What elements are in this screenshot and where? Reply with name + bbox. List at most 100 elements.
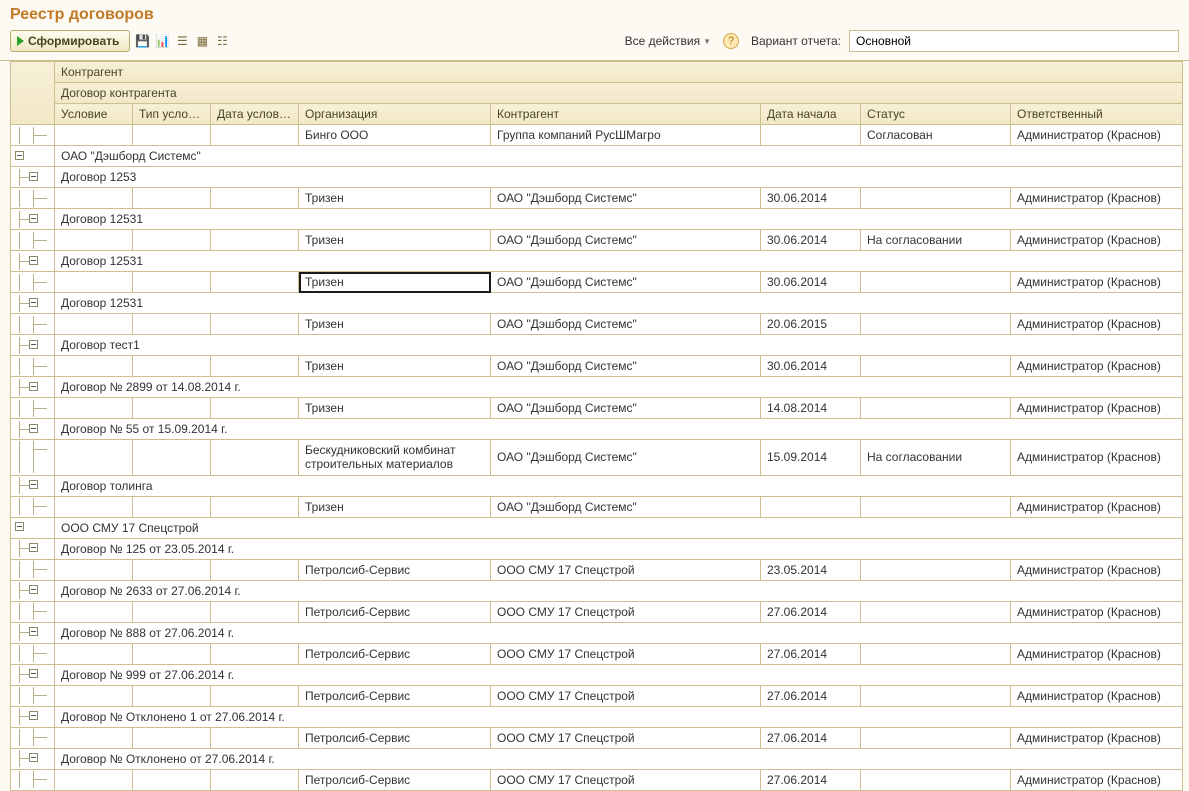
collapse-icon[interactable] bbox=[29, 753, 38, 762]
group-row[interactable]: Договор 12531 bbox=[11, 293, 1183, 314]
collapse-icon[interactable] bbox=[15, 522, 24, 531]
group-row[interactable]: ОАО "Дэшборд Системс" bbox=[11, 146, 1183, 167]
group-row[interactable]: Договор № 2899 от 14.08.2014 г. bbox=[11, 377, 1183, 398]
save-report-icon[interactable]: 💾 bbox=[134, 33, 150, 49]
cell-data_usl bbox=[211, 769, 299, 790]
group-row[interactable]: Договор № 55 от 15.09.2014 г. bbox=[11, 419, 1183, 440]
table-row[interactable]: ТризенОАО "Дэшборд Системс"30.06.2014Адм… bbox=[11, 188, 1183, 209]
variant-input[interactable] bbox=[849, 30, 1179, 52]
group-row[interactable]: Договор 12531 bbox=[11, 209, 1183, 230]
table-row[interactable]: ТризенОАО "Дэшборд Системс"30.06.2014Адм… bbox=[11, 356, 1183, 377]
cell-uslovie bbox=[55, 496, 133, 517]
cell-tip bbox=[133, 272, 211, 293]
collapse-icon[interactable] bbox=[29, 543, 38, 552]
group-label: Договор тест1 bbox=[55, 335, 1183, 356]
collapse-icon[interactable] bbox=[29, 627, 38, 636]
group-label: ООО СМУ 17 Спецстрой bbox=[55, 517, 1183, 538]
cell-tip bbox=[133, 559, 211, 580]
cell-otv: Администратор (Краснов) bbox=[1011, 643, 1183, 664]
cell-data_usl bbox=[211, 314, 299, 335]
cell-org: Петролсиб-Сервис bbox=[299, 559, 491, 580]
collapse-icon[interactable] bbox=[29, 298, 38, 307]
help-icon[interactable]: ? bbox=[723, 33, 739, 49]
table-row[interactable]: ТризенОАО "Дэшборд Системс"Администратор… bbox=[11, 496, 1183, 517]
contracts-grid[interactable]: Контрагент Договор контрагента Условие Т… bbox=[10, 61, 1183, 791]
cell-status bbox=[861, 727, 1011, 748]
collapse-icon[interactable] bbox=[15, 151, 24, 160]
collapse-icon[interactable] bbox=[29, 214, 38, 223]
header-data-start[interactable]: Дата начала bbox=[761, 104, 861, 125]
cell-tip bbox=[133, 230, 211, 251]
group-row[interactable]: Договор № 2633 от 27.06.2014 г. bbox=[11, 580, 1183, 601]
cell-tip bbox=[133, 125, 211, 146]
tree-cell bbox=[11, 475, 55, 496]
group-row[interactable]: Договор № 999 от 27.06.2014 г. bbox=[11, 664, 1183, 685]
header-org[interactable]: Организация bbox=[299, 104, 491, 125]
cell-kontragent: ООО СМУ 17 Спецстрой bbox=[491, 769, 761, 790]
header-tip[interactable]: Тип условий bbox=[133, 104, 211, 125]
header-data-usl[interactable]: Дата условия bbox=[211, 104, 299, 125]
header-kontragent[interactable]: Контрагент bbox=[491, 104, 761, 125]
tree-cell bbox=[11, 251, 55, 272]
header-kontragent-top: Контрагент bbox=[55, 62, 1183, 83]
group-row[interactable]: Договор № Отклонено от 27.06.2014 г. bbox=[11, 748, 1183, 769]
collapse-icon[interactable] bbox=[29, 340, 38, 349]
cell-org: Тризен bbox=[299, 356, 491, 377]
chart-icon[interactable]: 📊 bbox=[154, 33, 170, 49]
group-row[interactable]: Договор № 125 от 23.05.2014 г. bbox=[11, 538, 1183, 559]
tree-cell bbox=[11, 398, 55, 419]
collapse-icon[interactable] bbox=[29, 480, 38, 489]
cell-data_usl bbox=[211, 272, 299, 293]
table-row[interactable]: ТризенОАО "Дэшборд Системс"20.06.2015Адм… bbox=[11, 314, 1183, 335]
list-icon[interactable]: ☷ bbox=[214, 33, 230, 49]
cell-data_usl bbox=[211, 356, 299, 377]
table-row[interactable]: Петролсиб-СервисООО СМУ 17 Спецстрой27.0… bbox=[11, 727, 1183, 748]
table-icon[interactable]: ▦ bbox=[194, 33, 210, 49]
header-otv[interactable]: Ответственный bbox=[1011, 104, 1183, 125]
table-row[interactable]: Петролсиб-СервисООО СМУ 17 Спецстрой23.0… bbox=[11, 559, 1183, 580]
header-uslovie[interactable]: Условие bbox=[55, 104, 133, 125]
cell-uslovie bbox=[55, 440, 133, 476]
cell-otv: Администратор (Краснов) bbox=[1011, 727, 1183, 748]
all-actions-dropdown[interactable]: Все действия ▼ bbox=[625, 34, 711, 48]
table-row[interactable]: Петролсиб-СервисООО СМУ 17 Спецстрой27.0… bbox=[11, 601, 1183, 622]
group-row[interactable]: ООО СМУ 17 Спецстрой bbox=[11, 517, 1183, 538]
table-row[interactable]: Бинго ОООГруппа компаний РусШМагроСоглас… bbox=[11, 125, 1183, 146]
cell-org: Петролсиб-Сервис bbox=[299, 727, 491, 748]
cell-otv: Администратор (Краснов) bbox=[1011, 601, 1183, 622]
collapse-icon[interactable] bbox=[29, 172, 38, 181]
table-row[interactable]: Петролсиб-СервисООО СМУ 17 Спецстрой27.0… bbox=[11, 769, 1183, 790]
group-row[interactable]: Договор толинга bbox=[11, 475, 1183, 496]
group-row[interactable]: Договор 1253 bbox=[11, 167, 1183, 188]
group-label: Договор толинга bbox=[55, 475, 1183, 496]
table-row[interactable]: ТризенОАО "Дэшборд Системс"14.08.2014Адм… bbox=[11, 398, 1183, 419]
cell-data_usl bbox=[211, 601, 299, 622]
cell-status bbox=[861, 272, 1011, 293]
filter-icon[interactable]: ☰ bbox=[174, 33, 190, 49]
table-row[interactable]: Петролсиб-СервисООО СМУ 17 Спецстрой27.0… bbox=[11, 685, 1183, 706]
header-status[interactable]: Статус bbox=[861, 104, 1011, 125]
tree-cell bbox=[11, 125, 55, 146]
collapse-icon[interactable] bbox=[29, 382, 38, 391]
table-row[interactable]: Бескудниковский комбинат строительных ма… bbox=[11, 440, 1183, 476]
group-row[interactable]: Договор тест1 bbox=[11, 335, 1183, 356]
table-row[interactable]: ТризенОАО "Дэшборд Системс"30.06.2014На … bbox=[11, 230, 1183, 251]
form-button[interactable]: Сформировать bbox=[10, 30, 130, 52]
cell-tip bbox=[133, 685, 211, 706]
group-row[interactable]: Договор 12531 bbox=[11, 251, 1183, 272]
cell-status bbox=[861, 769, 1011, 790]
cell-uslovie bbox=[55, 314, 133, 335]
group-label: Договор № 999 от 27.06.2014 г. bbox=[55, 664, 1183, 685]
collapse-icon[interactable] bbox=[29, 669, 38, 678]
collapse-icon[interactable] bbox=[29, 424, 38, 433]
group-row[interactable]: Договор № Отклонено 1 от 27.06.2014 г. bbox=[11, 706, 1183, 727]
table-row[interactable]: ТризенОАО "Дэшборд Системс"30.06.2014Адм… bbox=[11, 272, 1183, 293]
collapse-icon[interactable] bbox=[29, 585, 38, 594]
group-label: Договор 1253 bbox=[55, 167, 1183, 188]
cell-data_usl bbox=[211, 496, 299, 517]
collapse-icon[interactable] bbox=[29, 256, 38, 265]
cell-status: На согласовании bbox=[861, 440, 1011, 476]
table-row[interactable]: Петролсиб-СервисООО СМУ 17 Спецстрой27.0… bbox=[11, 643, 1183, 664]
cell-uslovie bbox=[55, 272, 133, 293]
group-row[interactable]: Договор № 888 от 27.06.2014 г. bbox=[11, 622, 1183, 643]
